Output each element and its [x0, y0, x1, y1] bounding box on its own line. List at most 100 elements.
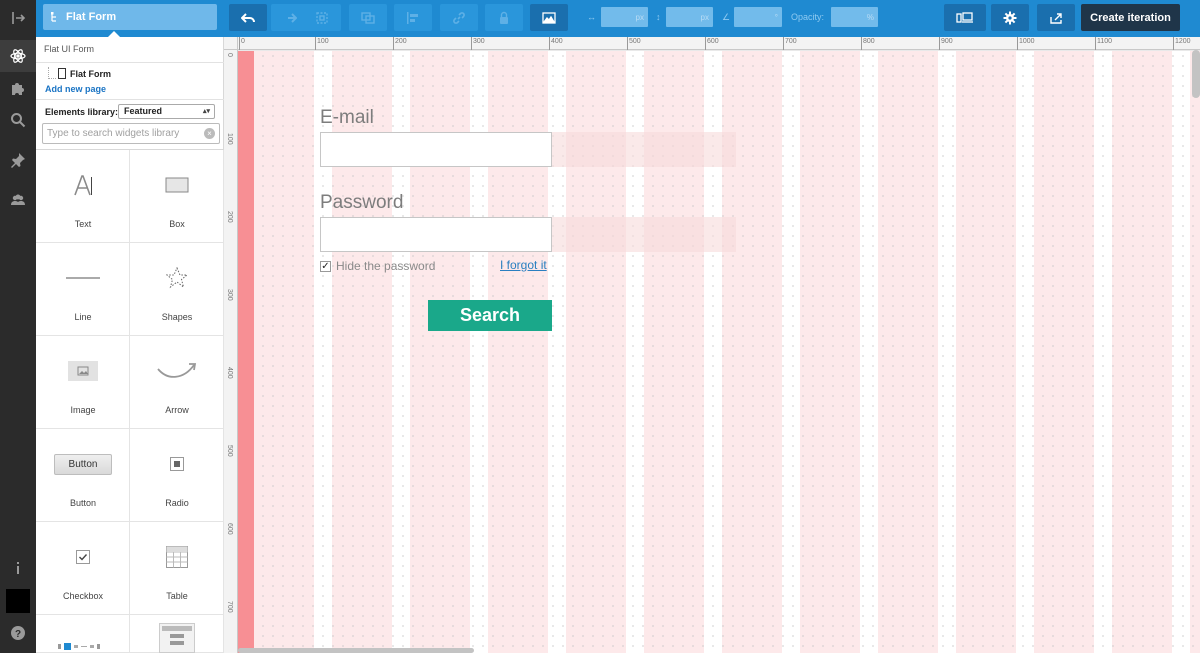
project-name: Flat Form — [66, 11, 117, 23]
ruler-label: 500 — [629, 38, 641, 45]
ruler-label: 100 — [226, 133, 233, 145]
page-item-flat-form[interactable]: Flat Form — [58, 68, 111, 79]
gear-icon — [1003, 11, 1017, 24]
settings-button[interactable] — [991, 4, 1029, 31]
ruler-label: 200 — [226, 211, 233, 223]
star-icon — [130, 263, 224, 293]
users-icon[interactable] — [0, 184, 36, 216]
svg-text:?: ? — [15, 629, 21, 640]
widget-list[interactable] — [130, 615, 224, 653]
box-icon — [130, 170, 224, 200]
project-title: Flat UI Form — [44, 44, 95, 54]
left-rail: ? — [0, 0, 36, 653]
lock-button[interactable] — [485, 4, 523, 31]
help-icon[interactable]: ? — [0, 617, 36, 649]
design-page[interactable]: E-mail Password ✓ Hide the password I fo… — [238, 51, 1200, 653]
width-input[interactable]: px — [601, 7, 648, 27]
widget-label: Box — [169, 219, 185, 229]
clear-icon[interactable]: × — [204, 128, 215, 139]
widget-radio[interactable]: Radio — [130, 429, 224, 522]
text-icon — [36, 170, 130, 200]
pin-icon[interactable] — [0, 144, 36, 176]
angle-input[interactable]: ° — [734, 7, 782, 27]
exit-icon[interactable] — [0, 2, 36, 34]
search-button[interactable]: Search — [428, 300, 552, 331]
atom-icon[interactable] — [0, 40, 36, 72]
info-icon[interactable] — [0, 552, 36, 584]
image-icon — [36, 356, 130, 386]
button-icon: Button — [36, 449, 130, 479]
share-icon — [1050, 12, 1062, 24]
ruler-label: 300 — [473, 38, 485, 45]
button-preview: Button — [53, 453, 113, 475]
widget-image[interactable]: Image — [36, 336, 130, 429]
height-input[interactable]: px — [666, 7, 713, 27]
forgot-password-link[interactable]: I forgot it — [500, 258, 547, 272]
project-selector[interactable]: Flat Form — [43, 4, 217, 30]
email-label[interactable]: E-mail — [320, 107, 374, 129]
devices-icon — [956, 11, 973, 23]
ruler-label: 700 — [226, 601, 233, 613]
ruler-label: 600 — [707, 38, 719, 45]
create-iteration-button[interactable]: Create iteration — [1081, 4, 1180, 31]
ruler-label: 1200 — [1175, 38, 1191, 45]
hide-password-label[interactable]: Hide the password — [336, 259, 435, 273]
widget-box[interactable]: Box — [130, 150, 224, 243]
width-unit: px — [635, 12, 644, 22]
ruler-label: 700 — [785, 38, 797, 45]
widget-arrow[interactable]: Arrow — [130, 336, 224, 429]
email-field[interactable] — [320, 132, 552, 167]
group-icon — [316, 11, 328, 24]
password-label[interactable]: Password — [320, 192, 403, 214]
arrange-button[interactable] — [349, 4, 387, 31]
lock-icon — [500, 11, 508, 24]
widget-text[interactable]: Text — [36, 150, 130, 243]
align-left-icon — [407, 11, 418, 24]
widget-search-input[interactable]: Type to search widgets library × — [42, 123, 220, 144]
widget-button[interactable]: Button Button — [36, 429, 130, 522]
hide-password-checkbox[interactable]: ✓ — [320, 261, 331, 272]
page-name: Flat Form — [70, 68, 112, 79]
opacity-input[interactable]: % — [831, 7, 878, 27]
widget-label: Table — [166, 591, 188, 601]
search-placeholder: Type to search widgets library — [47, 128, 180, 139]
widget-label: Shapes — [161, 312, 193, 322]
widget-checkbox[interactable]: Checkbox — [36, 522, 130, 615]
password-field[interactable] — [320, 217, 552, 252]
opacity-unit: % — [866, 12, 874, 22]
tree-icon — [51, 11, 56, 22]
share-button[interactable] — [1037, 4, 1075, 31]
ruler-label: 400 — [226, 367, 233, 379]
widget-label: Radio — [165, 498, 189, 508]
group-button[interactable] — [303, 4, 341, 31]
widget-label: Text — [74, 219, 92, 229]
radio-icon — [130, 449, 224, 479]
image-button[interactable] — [530, 4, 568, 31]
devices-button[interactable] — [944, 4, 986, 31]
ghost-field — [552, 217, 736, 252]
puzzle-icon[interactable] — [0, 72, 36, 104]
widget-line[interactable]: Line — [36, 243, 130, 336]
undo-button[interactable] — [229, 4, 267, 31]
widget-label: Line — [74, 312, 92, 322]
widget-label: Checkbox — [62, 591, 104, 601]
redo-icon — [288, 12, 297, 23]
ruler-label: 500 — [226, 445, 233, 457]
undo-icon — [241, 12, 255, 23]
ruler-label: 100 — [317, 38, 329, 45]
search-icon[interactable] — [0, 104, 36, 136]
canvas-area: 0 100 200 300 400 500 600 700 800 900 10… — [224, 37, 1200, 653]
library-select[interactable]: Featured ▴▾ — [118, 104, 215, 119]
widget-pagination[interactable] — [36, 615, 130, 653]
horizontal-scrollbar[interactable] — [238, 648, 474, 653]
add-page-link[interactable]: Add new page — [45, 84, 106, 94]
arrow-icon — [130, 356, 224, 386]
link-icon — [453, 11, 465, 24]
page-icon — [58, 68, 66, 79]
widget-table[interactable]: Table — [130, 522, 224, 615]
link-button[interactable] — [440, 4, 478, 31]
widget-shapes[interactable]: Shapes — [130, 243, 224, 336]
vertical-scrollbar[interactable] — [1192, 50, 1200, 98]
align-button[interactable] — [394, 4, 432, 31]
avatar[interactable] — [6, 589, 30, 613]
